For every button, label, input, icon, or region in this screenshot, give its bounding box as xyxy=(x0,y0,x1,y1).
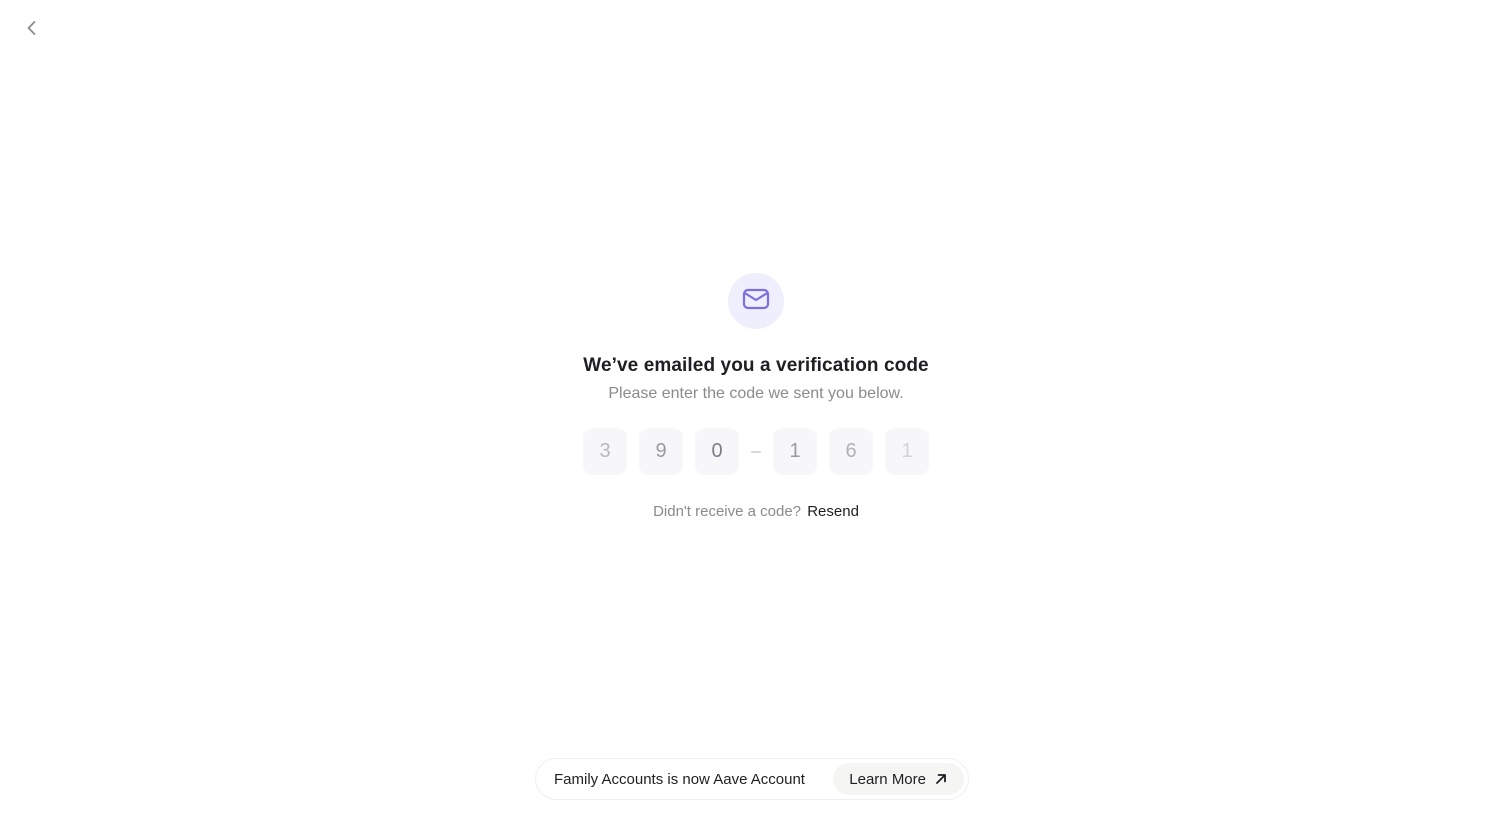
banner-message: Family Accounts is now Aave Account xyxy=(554,770,805,788)
code-digit-2[interactable]: 9 xyxy=(639,428,683,475)
resend-row: Didn't receive a code? Resend xyxy=(653,503,859,521)
learn-more-label: Learn More xyxy=(849,770,926,788)
resend-link[interactable]: Resend xyxy=(807,503,859,520)
code-digit-5[interactable]: 6 xyxy=(829,428,873,475)
chevron-left-icon xyxy=(25,19,39,37)
announcement-banner: Family Accounts is now Aave Account Lear… xyxy=(535,758,969,800)
code-digit-6[interactable]: 1 xyxy=(885,428,929,475)
resend-prompt: Didn't receive a code? xyxy=(653,503,802,520)
back-button[interactable] xyxy=(18,14,46,42)
code-digit-4[interactable]: 1 xyxy=(773,428,817,475)
code-digit-1[interactable]: 3 xyxy=(583,428,627,475)
code-separator xyxy=(751,450,761,453)
mail-icon xyxy=(742,287,770,316)
arrow-up-right-icon xyxy=(934,772,948,786)
page-title: We’ve emailed you a verification code xyxy=(583,355,929,376)
verification-code-input: 3 9 0 1 6 1 xyxy=(583,428,929,475)
page-subtitle: Please enter the code we sent you below. xyxy=(608,385,904,402)
learn-more-button[interactable]: Learn More xyxy=(833,763,964,795)
mail-icon-badge xyxy=(728,273,784,329)
code-digit-3[interactable]: 0 xyxy=(695,428,739,475)
verification-panel: We’ve emailed you a verification code Pl… xyxy=(0,273,1512,521)
verification-page: We’ve emailed you a verification code Pl… xyxy=(0,0,1512,814)
